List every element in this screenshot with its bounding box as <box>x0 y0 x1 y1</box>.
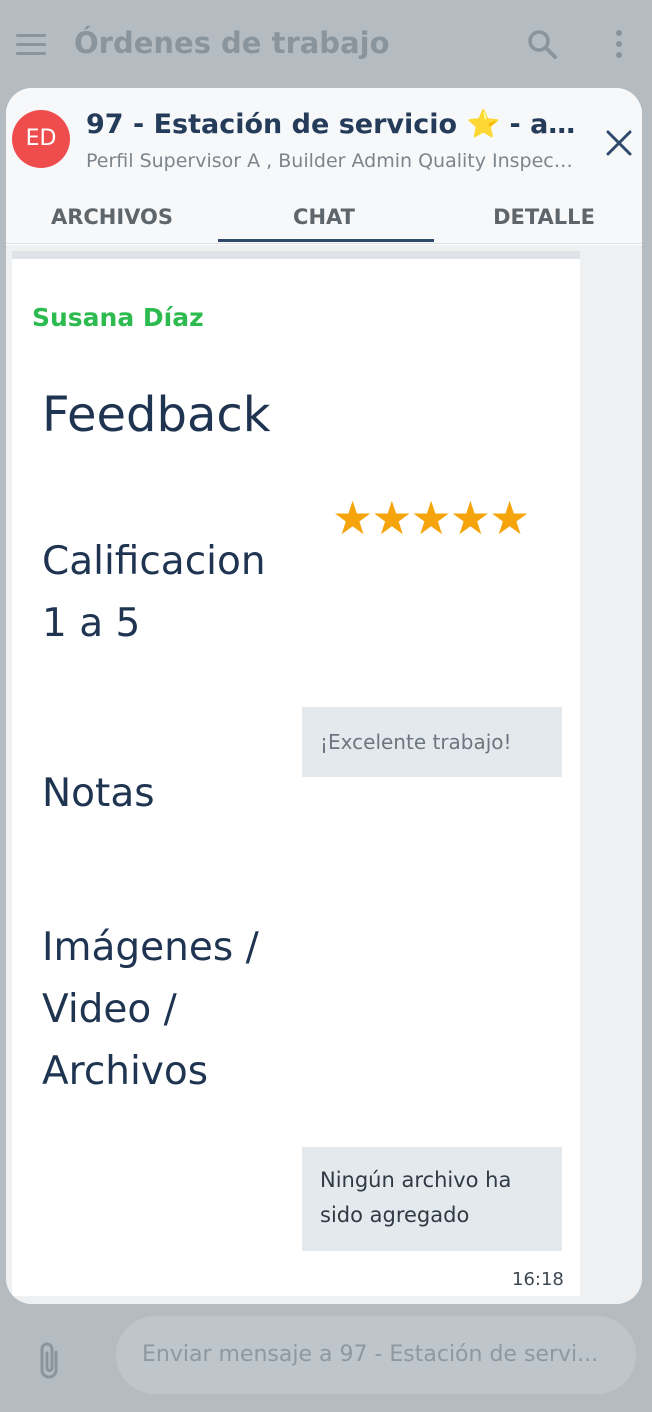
tab-label: CHAT <box>293 205 355 229</box>
star-icon: ★ <box>449 491 491 545</box>
form-title: Feedback <box>42 387 271 443</box>
conversation-subtitle: Perfil Supervisor A , Builder Admin Qual… <box>86 150 576 172</box>
search-icon[interactable] <box>526 28 558 60</box>
more-options-icon[interactable] <box>612 30 626 60</box>
star-icon: ★ <box>489 491 530 545</box>
chat-area[interactable]: Susana Díaz Feedback Calificacion 1 a 5 … <box>6 245 642 1304</box>
tab-label: DETALLE <box>493 205 595 229</box>
files-label: Imágenes / Video / Archivos <box>42 925 259 1094</box>
menu-icon[interactable] <box>16 34 46 56</box>
conversation-title: 97 - Estación de servicio ⭐ - a500... <box>86 109 586 140</box>
files-value: Ningún archivo ha sido agregado <box>302 1147 562 1251</box>
tab-archivos[interactable]: ARCHIVOS <box>6 196 218 244</box>
app-title: Órdenes de trabajo <box>74 26 390 60</box>
rating-stars: ★★★★★ <box>332 491 530 545</box>
sender-name: Susana Díaz <box>32 303 204 332</box>
active-tab-indicator <box>218 239 434 242</box>
tab-chat[interactable]: CHAT <box>218 196 434 244</box>
close-icon[interactable] <box>604 128 634 158</box>
app-bar: Órdenes de trabajo <box>0 0 652 90</box>
tab-label: ARCHIVOS <box>50 205 174 229</box>
chat-modal: ED 97 - Estación de servicio ⭐ - a500...… <box>6 88 642 1304</box>
rating-label: Calificacion 1 a 5 <box>42 539 266 646</box>
tab-detalle[interactable]: DETALLE <box>438 196 642 244</box>
star-icon: ★ <box>371 491 412 545</box>
message-time: 16:18 <box>512 1269 564 1290</box>
message-bubble: Susana Díaz Feedback Calificacion 1 a 5 … <box>12 251 580 1296</box>
notes-label: Notas <box>42 771 155 816</box>
attachment-icon[interactable] <box>34 1340 66 1380</box>
avatar: ED <box>12 110 70 168</box>
star-icon: ★ <box>332 491 373 545</box>
star-icon: ★ <box>410 491 452 545</box>
modal-header: ED 97 - Estación de servicio ⭐ - a500...… <box>6 88 642 244</box>
tab-bar: ARCHIVOS CHAT DETALLE <box>6 196 642 244</box>
notes-value: ¡Excelente trabajo! <box>302 707 562 777</box>
message-input[interactable]: Enviar mensaje a 97 - Estación de servi.… <box>116 1316 636 1394</box>
